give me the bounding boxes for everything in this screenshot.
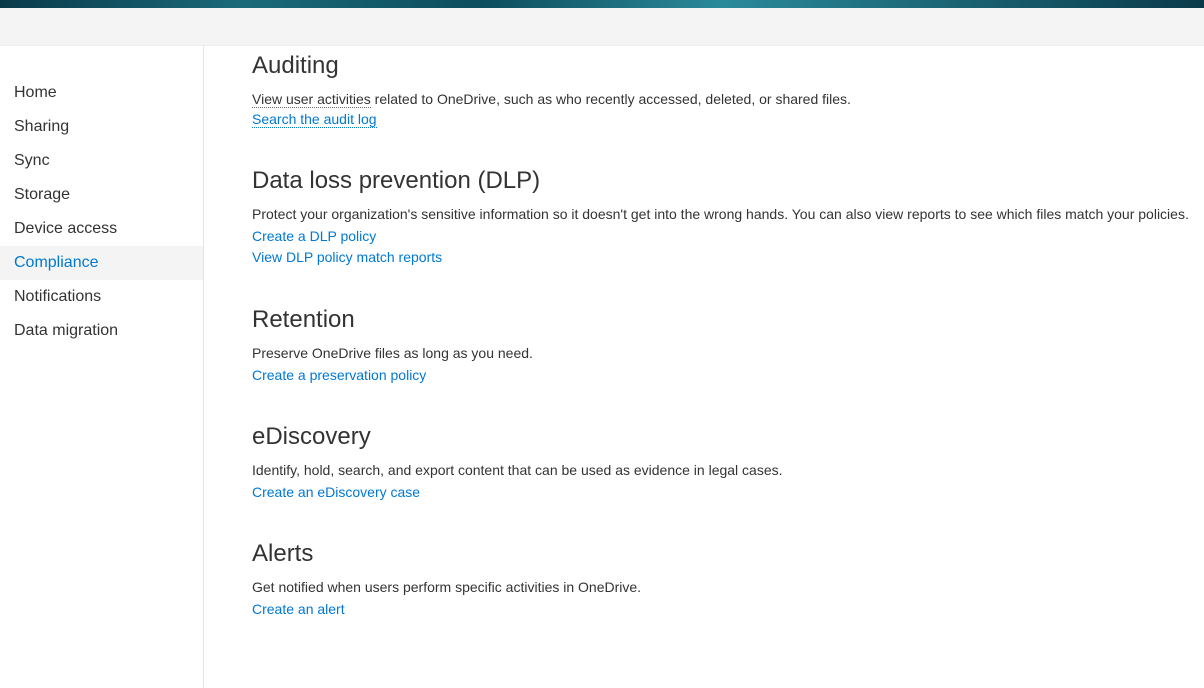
alerts-title: Alerts: [252, 540, 1204, 568]
main-layout: Home Sharing Sync Storage Device access …: [0, 46, 1204, 688]
link-create-dlp-policy[interactable]: Create a DLP policy: [252, 227, 1204, 247]
section-auditing: Auditing View user activities related to…: [252, 52, 1204, 129]
sidebar-item-compliance[interactable]: Compliance: [0, 246, 203, 280]
auditing-desc-rest: related to OneDrive, such as who recentl…: [371, 91, 851, 107]
sidebar-item-device-access[interactable]: Device access: [0, 212, 203, 246]
link-view-dlp-reports[interactable]: View DLP policy match reports: [252, 248, 1204, 268]
link-create-ediscovery-case[interactable]: Create an eDiscovery case: [252, 483, 1204, 503]
section-alerts: Alerts Get notified when users perform s…: [252, 540, 1204, 619]
sidebar-item-storage[interactable]: Storage: [0, 178, 203, 212]
ediscovery-title: eDiscovery: [252, 423, 1204, 451]
retention-desc: Preserve OneDrive files as long as you n…: [252, 344, 1204, 364]
sidebar-item-data-migration[interactable]: Data migration: [0, 314, 203, 348]
section-retention: Retention Preserve OneDrive files as lon…: [252, 306, 1204, 385]
link-search-audit-log[interactable]: Search the audit log: [252, 111, 377, 128]
sidebar-item-notifications[interactable]: Notifications: [0, 280, 203, 314]
sidebar: Home Sharing Sync Storage Device access …: [0, 46, 204, 688]
auditing-desc: View user activities related to OneDrive…: [252, 90, 1204, 110]
section-dlp: Data loss prevention (DLP) Protect your …: [252, 167, 1204, 268]
sidebar-item-sharing[interactable]: Sharing: [0, 110, 203, 144]
dlp-desc: Protect your organization's sensitive in…: [252, 205, 1204, 225]
content-area: Auditing View user activities related to…: [204, 46, 1204, 688]
link-create-preservation-policy[interactable]: Create a preservation policy: [252, 366, 1204, 386]
dlp-title: Data loss prevention (DLP): [252, 167, 1204, 195]
link-create-alert[interactable]: Create an alert: [252, 600, 1204, 620]
sidebar-item-home[interactable]: Home: [0, 76, 203, 110]
retention-title: Retention: [252, 306, 1204, 334]
auditing-desc-prefix: View user activities: [252, 91, 371, 108]
auditing-title: Auditing: [252, 52, 1204, 80]
ediscovery-desc: Identify, hold, search, and export conte…: [252, 461, 1204, 481]
section-ediscovery: eDiscovery Identify, hold, search, and e…: [252, 423, 1204, 502]
sidebar-item-sync[interactable]: Sync: [0, 144, 203, 178]
top-banner: [0, 0, 1204, 8]
alerts-desc: Get notified when users perform specific…: [252, 578, 1204, 598]
sub-banner: [0, 8, 1204, 46]
